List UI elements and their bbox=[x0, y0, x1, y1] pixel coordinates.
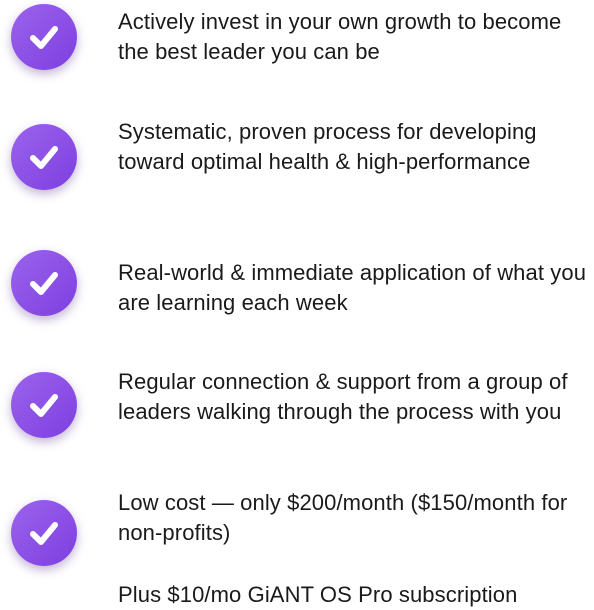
checkmark-icon bbox=[30, 146, 58, 169]
checkmark-icon bbox=[30, 26, 58, 49]
benefit-text: Real-world & immediate application of wh… bbox=[118, 260, 587, 315]
check-circle-icon bbox=[11, 250, 77, 316]
checkmark-icon bbox=[30, 522, 58, 545]
benefit-text: Systematic, proven process for developin… bbox=[118, 119, 537, 174]
check-circle-icon bbox=[11, 4, 77, 70]
benefits-list: Actively invest in your own growth to be… bbox=[0, 0, 594, 607]
check-circle-icon bbox=[11, 124, 77, 190]
checkmark-icon bbox=[30, 394, 58, 417]
check-circle-icon bbox=[11, 372, 77, 438]
benefit-text: Actively invest in your own growth to be… bbox=[118, 9, 562, 64]
check-circle-icon bbox=[11, 500, 77, 566]
benefit-text: Regular connection & support from a grou… bbox=[118, 369, 568, 424]
benefit-text: Low cost — only $200/month ($150/month f… bbox=[118, 490, 568, 545]
checkmark-icon bbox=[30, 272, 58, 295]
